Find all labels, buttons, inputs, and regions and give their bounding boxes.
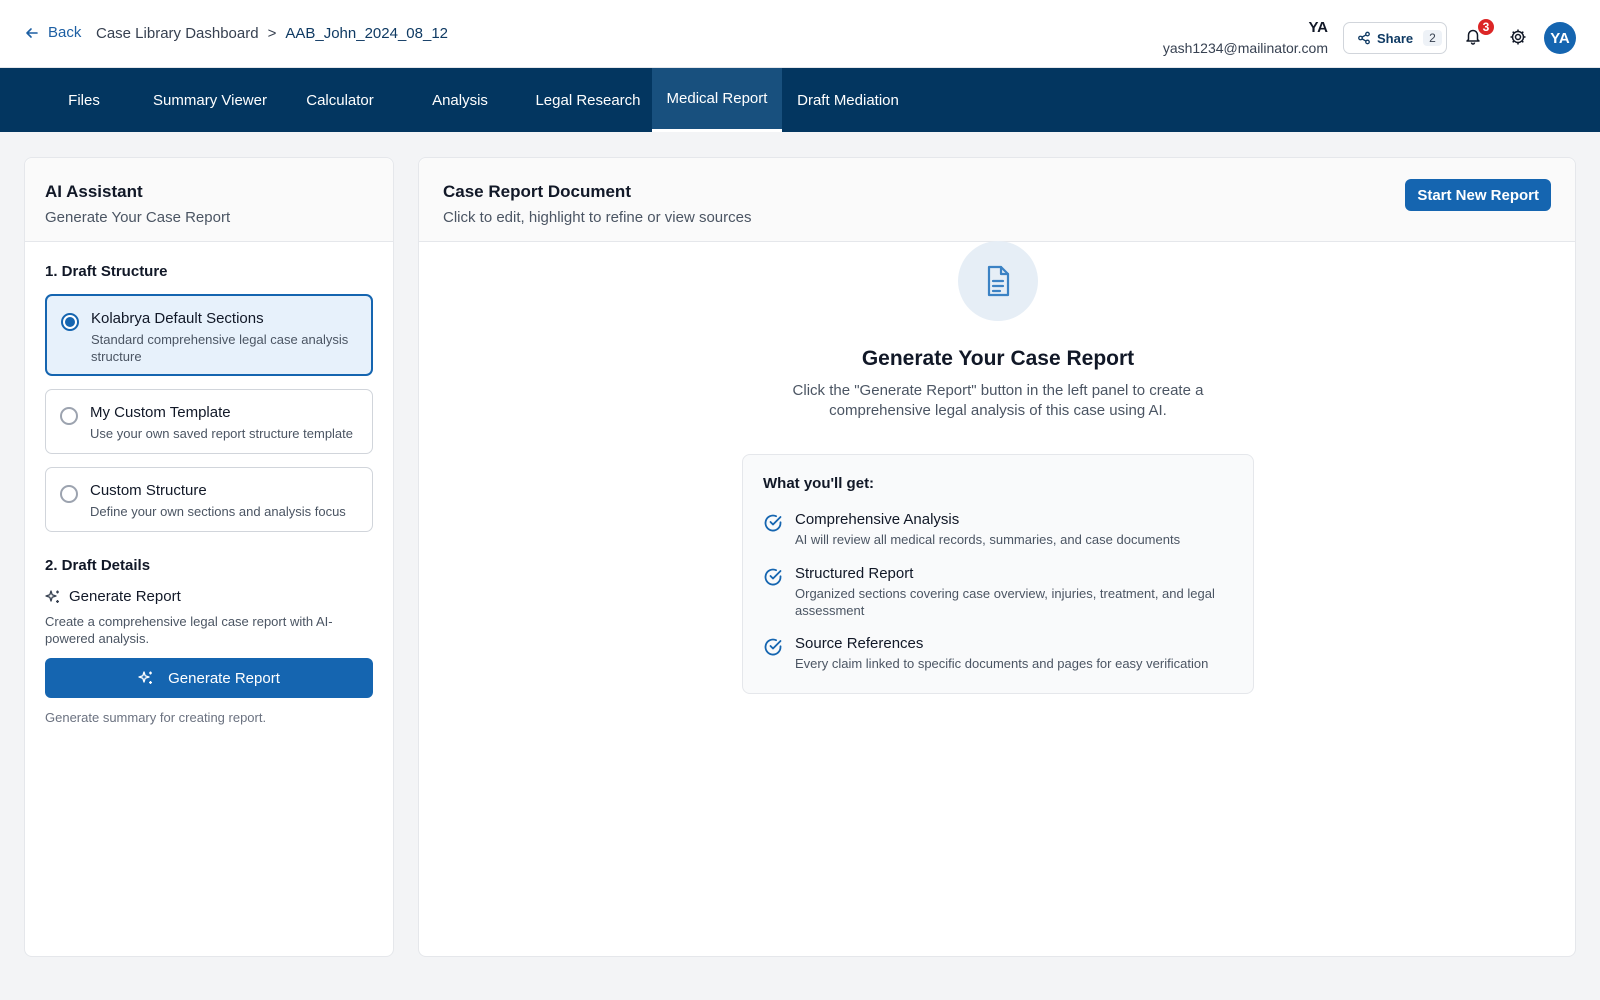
sparkles-icon (45, 589, 59, 603)
benefit-item: Source References Every claim linked to … (763, 635, 1225, 673)
user-email: yash1234@mailinator.com (1162, 40, 1328, 56)
top-bar: Back Case Library Dashboard > AAB_John_2… (0, 0, 1600, 68)
share-icon (1358, 31, 1370, 45)
settings-button[interactable] (1509, 28, 1527, 46)
generate-report-button[interactable]: Generate Report (45, 658, 373, 698)
empty-state-description: Click the "Generate Report" button in th… (792, 382, 1204, 420)
check-circle-icon (764, 514, 782, 532)
option-custom-template[interactable]: My Custom Template Use your own saved re… (45, 389, 373, 454)
benefit-item: Structured Report Organized sections cov… (763, 565, 1225, 620)
option-default-sections[interactable]: Kolabrya Default Sections Standard compr… (45, 294, 373, 376)
tab-calculator[interactable]: Calculator (292, 68, 388, 132)
generate-report-label: Generate Report (45, 588, 181, 605)
breadcrumb: Case Library Dashboard > AAB_John_2024_0… (96, 25, 448, 42)
breadcrumb-root[interactable]: Case Library Dashboard (96, 25, 259, 42)
draft-structure-heading: 1. Draft Structure (45, 263, 168, 280)
generate-report-button-label: Generate Report (168, 669, 280, 687)
gear-icon (1510, 29, 1526, 45)
document-icon (987, 265, 1010, 297)
option-description: Define your own sections and analysis fo… (90, 504, 346, 519)
tab-draft-mediation[interactable]: Draft Mediation (782, 68, 914, 132)
benefit-description: Organized sections covering case overvie… (795, 586, 1215, 618)
generate-report-note: Generate summary for creating report. (45, 710, 267, 725)
benefits-heading: What you'll get: (763, 475, 875, 492)
avatar[interactable]: YA (1544, 22, 1576, 54)
tab-summary-viewer[interactable]: Summary Viewer (128, 68, 292, 132)
tab-files[interactable]: Files (40, 68, 128, 132)
case-report-header: Case Report Document Click to edit, high… (419, 158, 1575, 242)
share-label: Share (1377, 30, 1414, 46)
empty-state-title: Generate Your Case Report (861, 347, 1135, 370)
option-title: My Custom Template (90, 404, 231, 421)
generate-report-description: Create a comprehensive legal case report… (45, 614, 333, 646)
main-tabs: Files Summary Viewer Calculator Analysis… (0, 68, 1600, 132)
draft-details-heading: 2. Draft Details (45, 557, 151, 574)
benefits-card: What you'll get: Comprehensive Analysis … (742, 454, 1254, 694)
ai-assistant-panel: AI Assistant Generate Your Case Report 1… (24, 157, 394, 957)
option-custom-structure[interactable]: Custom Structure Define your own section… (45, 467, 373, 532)
option-description: Use your own saved report structure temp… (90, 426, 354, 441)
ai-assistant-title: AI Assistant (45, 182, 143, 201)
user-initials: YA (1308, 19, 1328, 36)
benefit-title: Comprehensive Analysis (795, 511, 960, 528)
user-info: YA yash1234@mailinator.com (1163, 19, 1328, 57)
notification-badge: 3 (1476, 17, 1496, 37)
radio-default-sections[interactable] (61, 313, 79, 331)
ai-assistant-header: AI Assistant Generate Your Case Report (25, 158, 393, 242)
case-report-panel: Case Report Document Click to edit, high… (418, 157, 1576, 957)
benefit-description: AI will review all medical records, summ… (795, 532, 1181, 547)
case-report-title: Case Report Document (443, 182, 631, 201)
tab-analysis[interactable]: Analysis (388, 68, 532, 132)
check-circle-icon (764, 638, 782, 656)
check-circle-icon (764, 568, 782, 586)
generate-report-heading: Generate Report (69, 588, 181, 605)
tab-medical-report[interactable]: Medical Report (652, 68, 782, 132)
radio-custom-template[interactable] (60, 407, 78, 425)
arrow-left-icon (26, 27, 38, 38)
benefit-item: Comprehensive Analysis AI will review al… (763, 511, 1225, 549)
tab-legal-research[interactable]: Legal Research (532, 68, 644, 132)
case-report-subtitle: Click to edit, highlight to refine or vi… (443, 209, 752, 226)
benefit-title: Structured Report (795, 565, 914, 582)
option-description: Standard comprehensive legal case analys… (91, 332, 349, 364)
breadcrumb-separator: > (267, 25, 277, 42)
back-button[interactable]: Back (24, 24, 81, 41)
back-label: Back (48, 24, 82, 41)
start-new-report-button[interactable]: Start New Report (1405, 179, 1551, 211)
benefit-title: Source References (795, 635, 924, 652)
share-count: 2 (1423, 30, 1442, 46)
share-button[interactable]: Share 2 (1343, 22, 1447, 54)
ai-assistant-subtitle: Generate Your Case Report (45, 209, 231, 226)
breadcrumb-current: AAB_John_2024_08_12 (285, 25, 449, 42)
radio-custom-structure[interactable] (60, 485, 78, 503)
benefit-description: Every claim linked to specific documents… (795, 656, 1209, 671)
option-title: Kolabrya Default Sections (91, 310, 264, 327)
document-illustration (958, 241, 1038, 321)
option-title: Custom Structure (90, 482, 207, 499)
sparkles-icon (138, 671, 153, 684)
